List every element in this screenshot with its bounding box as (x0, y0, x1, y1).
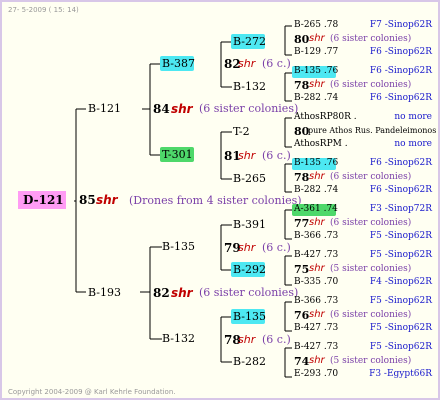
gen4-shr: shr (309, 263, 325, 274)
gen4-shr: shr (309, 171, 325, 182)
gen4-year: 78 (294, 171, 310, 184)
gen3-id-5[interactable]: B-391 (233, 219, 266, 230)
gen4-bottom-origin: F5 -Sinop62R (369, 323, 432, 333)
gen4-bottom-origin: F4 -Sinop62R (369, 277, 432, 287)
gen1-note-2: (6 sister colonies) (199, 286, 299, 299)
gen4-top-id[interactable]: B-265 .78 (294, 21, 338, 30)
gen4-note: (6 sister colonies) (330, 172, 412, 182)
gen4-bottom-id[interactable]: B-282 .74 (294, 186, 338, 195)
gen4-bottom-origin: no more (394, 139, 432, 149)
gen4-bottom-id[interactable]: B-129 .77 (294, 48, 338, 57)
gen1-id-2[interactable]: B-193 (88, 287, 121, 298)
gen4-bottom-id[interactable]: B-335 .70 (294, 278, 338, 287)
gen4-year: 75 (294, 263, 310, 276)
gen2-note-4: (6 c.) (262, 333, 291, 346)
gen2-shr-4: shr (238, 333, 256, 346)
gen4-shr: shr (309, 309, 325, 320)
gen4-top-id[interactable]: B-135 .76 (294, 67, 338, 76)
gen4-year: 80 (294, 33, 310, 46)
gen4-bottom-origin: F3 -Egypt66R (369, 369, 432, 379)
gen4-top-origin: F6 -Sinop62R (369, 66, 432, 76)
gen4-bottom-origin: F5 -Sinop62R (369, 231, 432, 241)
gen4-top-origin: F5 -Sinop62R (369, 250, 432, 260)
gen3-id-7[interactable]: B-135 (233, 311, 266, 322)
gen3-id-1[interactable]: B-272 (233, 36, 266, 47)
root-shr: shr (96, 193, 118, 207)
gen3-id-8[interactable]: B-282 (233, 356, 266, 367)
gen4-year: 74 (294, 355, 310, 368)
gen1-note-1: (6 sister colonies) (199, 102, 299, 115)
gen4-bottom-origin: F6 -Sinop62R (369, 47, 432, 57)
gen2-shr-1: shr (238, 57, 256, 70)
gen4-note: (6 sister colonies) (330, 218, 412, 228)
gen4-shr: shr (309, 355, 325, 366)
root-id[interactable]: D-121 (23, 194, 64, 206)
gen2-id-4[interactable]: B-132 (162, 333, 195, 344)
gen4-top-id[interactable]: B-366 .73 (294, 297, 338, 306)
gen4-top-origin: F3 -Sinop72R (369, 204, 432, 214)
root-note: (Drones from 4 sister colonies) (129, 194, 302, 207)
gen2-id-3[interactable]: B-135 (162, 241, 195, 252)
gen4-top-origin: F7 -Sinop62R (369, 20, 432, 30)
gen4-bottom-id[interactable]: B-282 .74 (294, 94, 338, 103)
gen4-bottom-origin: F6 -Sinop62R (369, 93, 432, 103)
gen4-note: pure Athos Rus. Pandeleimonos (308, 126, 437, 135)
pedigree-chart: 27- 5-2009 ( 15: 14) D-121 85 shr (Drone… (0, 0, 440, 400)
gen2-id-1[interactable]: B-387 (162, 58, 195, 69)
gen4-top-origin: no more (394, 112, 432, 122)
gen4-note: (5 sister colonies) (330, 264, 412, 274)
gen2-note-2: (6 c.) (262, 149, 291, 162)
gen4-top-origin: F6 -Sinop62R (369, 158, 432, 168)
gen2-shr-2: shr (238, 149, 256, 162)
copyright: Copyright 2004-2009 @ Karl Kehrle Founda… (8, 388, 176, 396)
gen4-shr: shr (309, 79, 325, 90)
gen4-year: 78 (294, 79, 310, 92)
gen1-year-2: 82 (153, 286, 170, 300)
gen3-id-4[interactable]: B-265 (233, 173, 266, 184)
gen2-note-3: (6 c.) (262, 241, 291, 254)
gen1-shr-2: shr (171, 286, 193, 300)
gen2-id-2[interactable]: T-301 (162, 149, 193, 160)
gen4-note: (6 sister colonies) (330, 80, 412, 90)
gen4-shr: shr (309, 217, 325, 228)
gen4-top-id[interactable]: B-427 .73 (294, 251, 338, 260)
gen3-id-2[interactable]: B-132 (233, 81, 266, 92)
gen4-note: (6 sister colonies) (330, 310, 412, 320)
gen4-bottom-id[interactable]: E-293 .70 (294, 370, 338, 379)
gen4-year: 77 (294, 217, 310, 230)
gen1-year-1: 84 (153, 102, 170, 116)
gen1-shr-1: shr (171, 102, 193, 116)
gen2-shr-3: shr (238, 241, 256, 254)
gen4-bottom-id[interactable]: AthosRPM . (294, 140, 348, 149)
gen4-top-origin: F5 -Sinop62R (369, 342, 432, 352)
gen4-year: 76 (294, 309, 310, 322)
gen4-note: (5 sister colonies) (330, 356, 412, 366)
gen4-top-origin: F5 -Sinop62R (369, 296, 432, 306)
gen4-note: (6 sister colonies) (330, 34, 412, 44)
gen4-bottom-origin: F6 -Sinop62R (369, 185, 432, 195)
gen3-id-6[interactable]: B-292 (233, 264, 266, 275)
root-year: 85 (79, 193, 96, 207)
gen1-id-1[interactable]: B-121 (88, 103, 121, 114)
gen4-top-id[interactable]: B-427 .73 (294, 343, 338, 352)
gen4-shr: shr (309, 33, 325, 44)
gen4-bottom-id[interactable]: B-366 .73 (294, 232, 338, 241)
gen4-top-id[interactable]: AthosRP80R . (294, 113, 357, 122)
gen3-id-3[interactable]: T-2 (233, 126, 250, 137)
gen2-note-1: (6 c.) (262, 57, 291, 70)
gen4-top-id[interactable]: A-361 .74 (294, 205, 338, 214)
gen4-bottom-id[interactable]: B-427 .73 (294, 324, 338, 333)
gen4-top-id[interactable]: B-135 .76 (294, 159, 338, 168)
